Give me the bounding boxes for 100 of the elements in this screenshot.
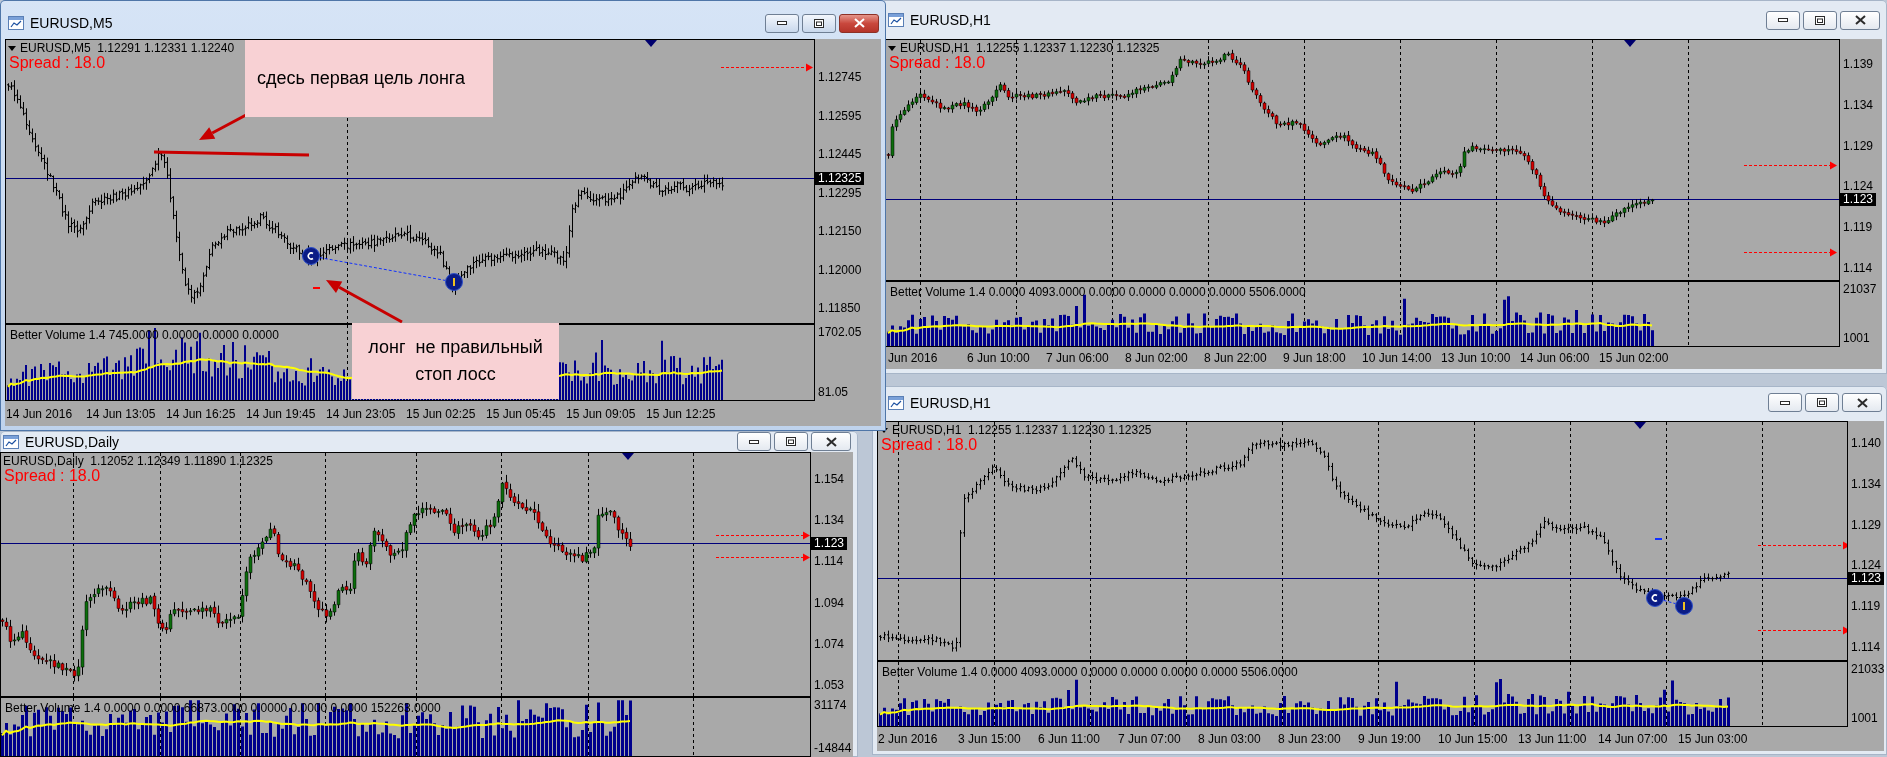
volume-axis-label: 31174 (814, 699, 847, 711)
price-axis-label: 1.119 (1843, 221, 1873, 234)
price-axis-label: 1.134 (1843, 98, 1874, 111)
minimize-button[interactable] (1766, 10, 1800, 30)
time-axis-label: 14 Jun 07:00 (1598, 732, 1668, 746)
time-axis-label: Jun 2016 (888, 351, 938, 365)
price-axis-label: 1.12000 (818, 263, 862, 276)
minimize-icon (1778, 18, 1788, 22)
restore-button[interactable] (774, 432, 808, 451)
time-axis-label: 13 Jun 10:00 (1441, 351, 1511, 365)
close-icon (1856, 397, 1868, 408)
time-axis-label: 3 Jun 15:00 (958, 732, 1021, 746)
price-axis-label: 1.12595 (818, 109, 862, 122)
minimize-icon (777, 21, 787, 25)
price-axis-label: 1.134 (1851, 477, 1882, 490)
time-axis-label: 8 Jun 02:00 (1125, 351, 1188, 365)
time-axis-label: 15 Jun 02:00 (1599, 351, 1669, 365)
time-axis-label: 9 Jun 19:00 (1358, 732, 1421, 746)
restore-button[interactable] (1805, 393, 1839, 412)
close-button[interactable] (811, 432, 851, 451)
spread-text: Spread : 18.0 (9, 54, 106, 72)
symbol-quote-text: EURUSD,Daily 1.12052 1.12349 1.11890 1.12325 (3, 454, 273, 468)
current-price-tag: 1.123 (811, 537, 848, 550)
window-title: EURUSD,H1 (910, 12, 991, 28)
symbol-quote-text: EURUSD,M5 1.12291 1.12331 1.12240 (20, 41, 235, 55)
trade-connector-line (1663, 599, 1676, 605)
time-axis-label: 10 Jun 14:00 (1362, 351, 1432, 365)
time-axis-label: 8 Jun 23:00 (1278, 732, 1341, 746)
dropdown-triangle-icon[interactable] (880, 427, 888, 433)
time-axis-label: 14 Jun 06:00 (1520, 351, 1590, 365)
price-axis-label: 1.053 (814, 678, 845, 691)
dropdown-triangle-icon[interactable] (8, 45, 16, 51)
minimize-button[interactable] (737, 432, 771, 451)
dropdown-triangle-icon[interactable] (888, 45, 896, 51)
time-axis-label: 15 Jun 12:25 (646, 406, 716, 421)
restore-icon (814, 18, 824, 28)
restore-button[interactable] (802, 13, 836, 33)
volume-axis-label: 1001 (1851, 712, 1878, 724)
time-axis-label: 9 Jun 18:00 (1283, 351, 1346, 365)
order-marker-icon (445, 273, 463, 291)
chart-window-icon (3, 434, 19, 449)
time-axis-label: 8 Jun 22:00 (1204, 351, 1267, 365)
restore-button[interactable] (1803, 10, 1837, 30)
indicator-values-text: Better Volume 1.4 0.0000 4093.0000 0.0000 0.0000 0.0000 0.0000 5506.0000 (890, 285, 1306, 299)
order-marker-icon (1646, 589, 1664, 607)
restore-icon (786, 437, 796, 446)
minimize-icon (1780, 400, 1790, 405)
volume-axis-label: 81.05 (818, 386, 849, 398)
current-price-tag: 1.123 (1840, 193, 1877, 206)
price-axis-label: 1.114 (1851, 641, 1881, 653)
annotation-arrow (199, 113, 247, 140)
time-axis-label: 10 Jun 15:00 (1438, 732, 1508, 746)
time-axis-label: 2 Jun 2016 (878, 732, 938, 746)
minimize-button[interactable] (765, 13, 799, 33)
price-axis-label: 1.119 (1851, 600, 1881, 613)
volume-axis-label: 1001 (1843, 332, 1870, 344)
time-axis-label: 13 Jun 11:00 (1518, 732, 1587, 746)
close-button[interactable] (839, 13, 879, 33)
triangle-marker-icon (622, 453, 634, 460)
close-button[interactable] (1840, 10, 1880, 30)
time-axis-label: 7 Jun 07:00 (1118, 732, 1181, 746)
chart-window-icon (8, 16, 24, 30)
price-axis-label: 1.074 (814, 637, 845, 650)
spread-text: Spread : 18.0 (4, 467, 101, 485)
time-axis-label: 14 Jun 2016 (6, 406, 73, 421)
order-marker-icon (302, 247, 320, 265)
current-price-tag: 1.123 (1848, 572, 1885, 585)
time-axis-label: 14 Jun 16:25 (166, 406, 236, 421)
symbol-quote-text: EURUSD,H1 1.12255 1.12337 1.12230 1.12325 (900, 41, 1160, 55)
volume-axis-label: 1702.05 (818, 326, 862, 338)
window-title: EURUSD,H1 (910, 394, 991, 411)
time-axis-label: 14 Jun 23:05 (326, 406, 396, 421)
close-button[interactable] (1842, 393, 1882, 412)
time-axis-label: 8 Jun 03:00 (1198, 732, 1261, 746)
close-icon (1854, 15, 1866, 25)
time-axis-label: 7 Jun 06:00 (1046, 351, 1109, 365)
volume-axis-label: 21037 (1843, 283, 1877, 295)
close-icon (853, 18, 865, 28)
chart-window-icon (888, 13, 904, 27)
annotation-note: сдесь первая цель лонга (245, 40, 493, 117)
triangle-marker-icon (1624, 40, 1636, 47)
price-axis-label: 1.129 (1843, 139, 1874, 152)
minimize-button[interactable] (1768, 393, 1802, 412)
triangle-marker-icon (645, 40, 657, 47)
price-axis-label: 1.11850 (818, 302, 861, 314)
triangle-marker-icon (1634, 422, 1646, 429)
volume-axis-label: 21033 (1851, 663, 1885, 675)
chart-window-icon (888, 395, 904, 410)
price-axis-label: 1.140 (1851, 437, 1882, 449)
price-axis-label: 1.114 (814, 555, 844, 568)
price-axis-label: 1.094 (814, 596, 845, 609)
time-axis-label: 14 Jun 13:05 (86, 406, 156, 421)
minimize-icon (749, 439, 759, 444)
price-axis-label: 1.124 (1851, 559, 1882, 572)
time-axis-label: 15 Jun 03:00 (1678, 732, 1748, 746)
time-axis-label: 6 Jun 10:00 (967, 351, 1030, 365)
symbol-quote-text: EURUSD,H1 1.12255 1.12337 1.12230 1.12325 (892, 423, 1152, 437)
window-title: EURUSD,M5 (30, 15, 113, 31)
price-axis-label: 1.134 (814, 514, 845, 527)
current-price-tag: 1.12325 (815, 172, 865, 185)
